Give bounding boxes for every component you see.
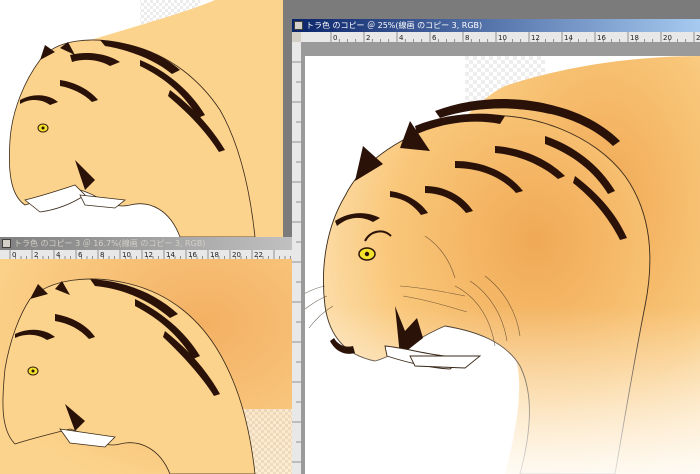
- ruler-label: 12: [531, 34, 540, 42]
- ruler-label: 20: [232, 251, 241, 259]
- ruler-label: 12: [144, 251, 153, 259]
- bottom-left-window[interactable]: トラ色 のコピー 3 ＠ 16.7%(線画 のコピー 3, RGB) 0 2 4 6 8…: [0, 237, 292, 474]
- ruler-label: 2: [34, 251, 38, 259]
- ruler-label: 4: [56, 251, 61, 259]
- ruler-label: 16: [597, 34, 606, 42]
- ruler-label: 10: [122, 251, 131, 259]
- document-window-icon: [294, 21, 303, 30]
- main-vertical-ruler[interactable]: [292, 42, 301, 474]
- document-window-icon: [2, 239, 11, 248]
- ruler-label: 14: [166, 251, 175, 259]
- ruler-label: 22: [696, 34, 700, 42]
- ruler-label: 8: [465, 34, 469, 42]
- ruler-label: 20: [663, 34, 672, 42]
- ruler-label: 18: [630, 34, 639, 42]
- ruler-label: 4: [399, 34, 404, 42]
- top-left-window: [0, 0, 283, 237]
- tiger-illustration-topleft: [8, 0, 283, 237]
- main-title-bar[interactable]: トラ色 のコピー ＠ 25%(線画 のコピー 3, RGB): [292, 19, 700, 32]
- tiger-illustration-bottomleft: [0, 259, 292, 474]
- main-horizontal-ruler[interactable]: 0 2 4 6 8 10 12 14 16 18 20 22: [301, 32, 700, 42]
- ruler-label: 22: [254, 251, 263, 259]
- ruler-label: 6: [78, 251, 83, 259]
- bottom-left-canvas[interactable]: [0, 259, 292, 474]
- ruler-label: 0: [12, 251, 16, 259]
- main-canvas[interactable]: [305, 56, 700, 474]
- ruler-label: 10: [498, 34, 507, 42]
- bottom-left-window-title: トラ色 のコピー 3 ＠ 16.7%(線画 のコピー 3, RGB): [14, 239, 206, 248]
- ruler-label: 18: [210, 251, 219, 259]
- tiger-illustration-main: [305, 56, 700, 474]
- main-document-window[interactable]: トラ色 のコピー ＠ 25%(線画 のコピー 3, RGB) 0 2 4 6 8 10 12…: [292, 19, 700, 474]
- ruler-label: 2: [366, 34, 370, 42]
- ruler-label: 16: [188, 251, 197, 259]
- bottom-left-title-bar[interactable]: トラ色 のコピー 3 ＠ 16.7%(線画 のコピー 3, RGB): [0, 237, 292, 250]
- ruler-label: 0: [333, 34, 337, 42]
- bottom-left-horizontal-ruler[interactable]: 0 2 4 6 8 10 12 14 16 18 20 22: [0, 250, 292, 259]
- ruler-label: 14: [564, 34, 573, 42]
- ruler-label: 6: [432, 34, 437, 42]
- ruler-label: 8: [100, 251, 104, 259]
- main-window-title: トラ色 のコピー ＠ 25%(線画 のコピー 3, RGB): [306, 21, 483, 30]
